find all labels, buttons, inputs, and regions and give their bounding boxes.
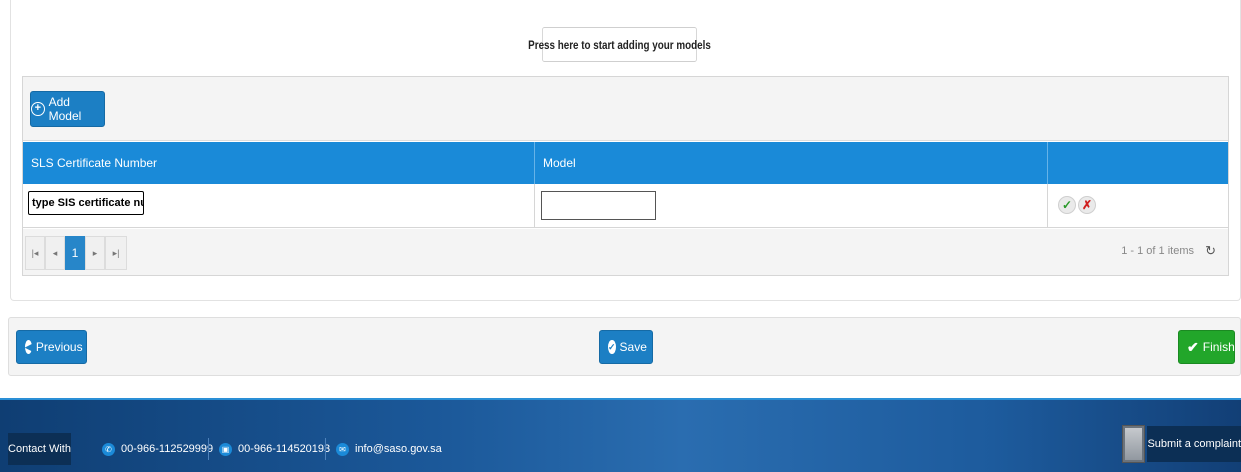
model-cell <box>535 184 1048 228</box>
footer-divider <box>325 438 326 460</box>
table-row: ✓ ✗ <box>23 184 1228 228</box>
grid-toolbar: + Add Model <box>23 77 1228 141</box>
prev-page-icon[interactable]: ◂ <box>45 236 65 270</box>
start-adding-models-button[interactable]: Press here to start adding your models <box>528 27 711 62</box>
models-grid: + Add Model SLS Certificate Number Model… <box>22 76 1229 276</box>
arrow-left-circle-icon: ◀ <box>25 340 32 354</box>
document-icon <box>1122 425 1146 463</box>
column-header-model[interactable]: Model <box>535 142 1048 184</box>
sls-cell <box>23 184 535 228</box>
complaint-label: Submit a complaint <box>1147 426 1241 462</box>
column-header-sls[interactable]: SLS Certificate Number <box>23 142 535 184</box>
grid-pager: |◂ ◂ 1 ▸ ▸| 1 - 1 of 1 items ↻ <box>23 229 1228 275</box>
phone-icon: ✆ <box>102 442 115 456</box>
sls-certificate-input[interactable] <box>28 191 144 215</box>
contact-with-label: Contact With <box>8 433 71 465</box>
plus-circle-icon: + <box>31 102 45 116</box>
fax-icon: ▣ <box>219 442 232 456</box>
email-text: info@saso.gov.sa <box>355 443 442 455</box>
last-page-icon[interactable]: ▸| <box>105 236 127 270</box>
add-model-label: Add Model <box>48 95 82 123</box>
column-header-actions <box>1048 142 1230 184</box>
save-button[interactable]: ✓ Save <box>599 330 653 364</box>
close-icon[interactable]: ✗ <box>1078 196 1096 214</box>
row-actions-cell: ✓ ✗ <box>1048 184 1230 228</box>
first-page-icon[interactable]: |◂ <box>25 236 45 270</box>
fax-contact[interactable]: ▣ 00-966-114520193 <box>219 438 330 460</box>
wizard-actions: ◀ Previous ✓ Save ✔ Finish <box>8 317 1241 376</box>
add-model-button[interactable]: + Add Model <box>30 91 105 127</box>
site-footer: Contact With ✆ 00-966-112529999 ▣ 00-966… <box>0 398 1241 472</box>
fax-text: 00-966-114520193 <box>238 443 331 455</box>
check-circle-icon: ✓ <box>608 340 616 354</box>
next-page-icon[interactable]: ▸ <box>85 236 105 270</box>
phone-contact[interactable]: ✆ 00-966-112529999 <box>102 438 213 460</box>
refresh-icon[interactable]: ↻ <box>1205 243 1216 259</box>
phone-text: 00-966-112529999 <box>121 443 214 455</box>
check-icon: ✔ <box>1187 338 1199 355</box>
save-label: Save <box>619 340 647 354</box>
previous-button[interactable]: ◀ Previous <box>16 330 87 364</box>
pager-info: 1 - 1 of 1 items <box>1121 245 1194 257</box>
grid-header: SLS Certificate Number Model <box>23 142 1228 184</box>
email-contact[interactable]: ✉ info@saso.gov.sa <box>336 438 442 460</box>
previous-label: Previous <box>35 340 83 354</box>
check-icon[interactable]: ✓ <box>1058 196 1076 214</box>
submit-complaint-button[interactable]: Submit a complaint <box>1122 424 1241 464</box>
footer-divider <box>208 438 209 460</box>
current-page-button[interactable]: 1 <box>65 236 85 270</box>
finish-button[interactable]: ✔ Finish <box>1178 330 1235 364</box>
model-input[interactable] <box>541 191 656 220</box>
mail-icon: ✉ <box>336 442 349 456</box>
finish-label: Finish <box>1202 340 1235 354</box>
